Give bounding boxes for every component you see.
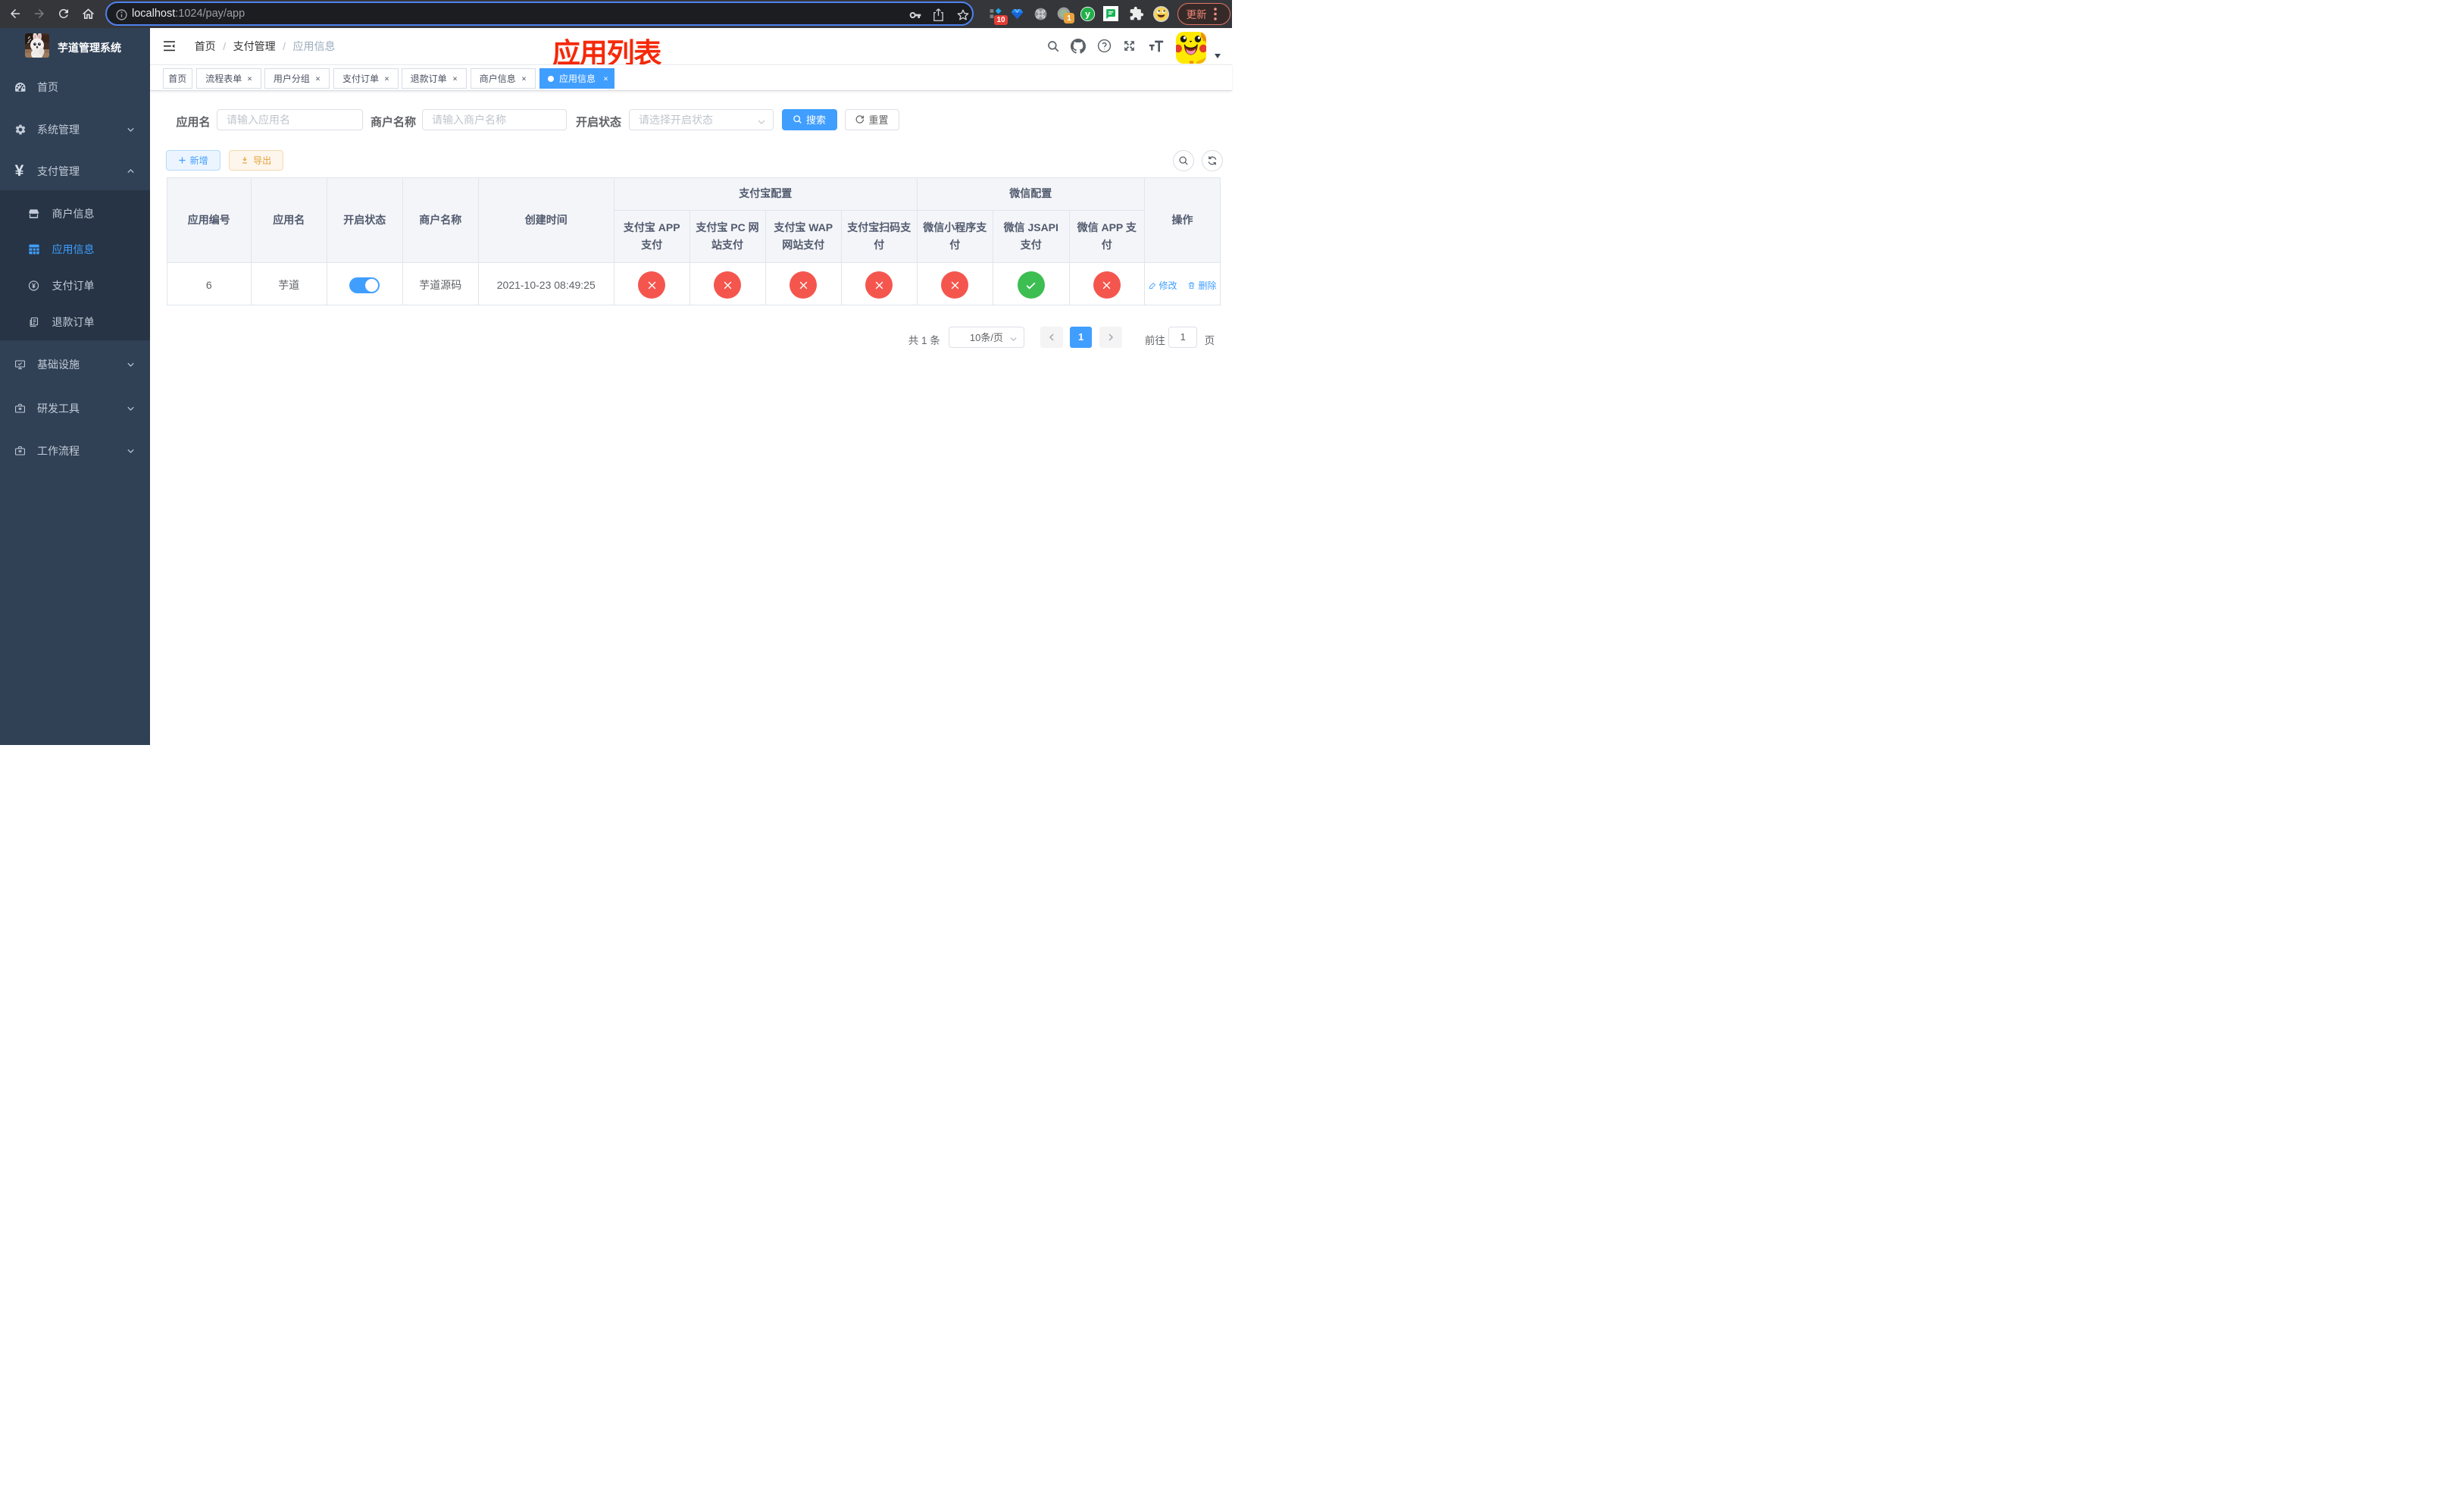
- svg-text:y: y: [1085, 8, 1090, 19]
